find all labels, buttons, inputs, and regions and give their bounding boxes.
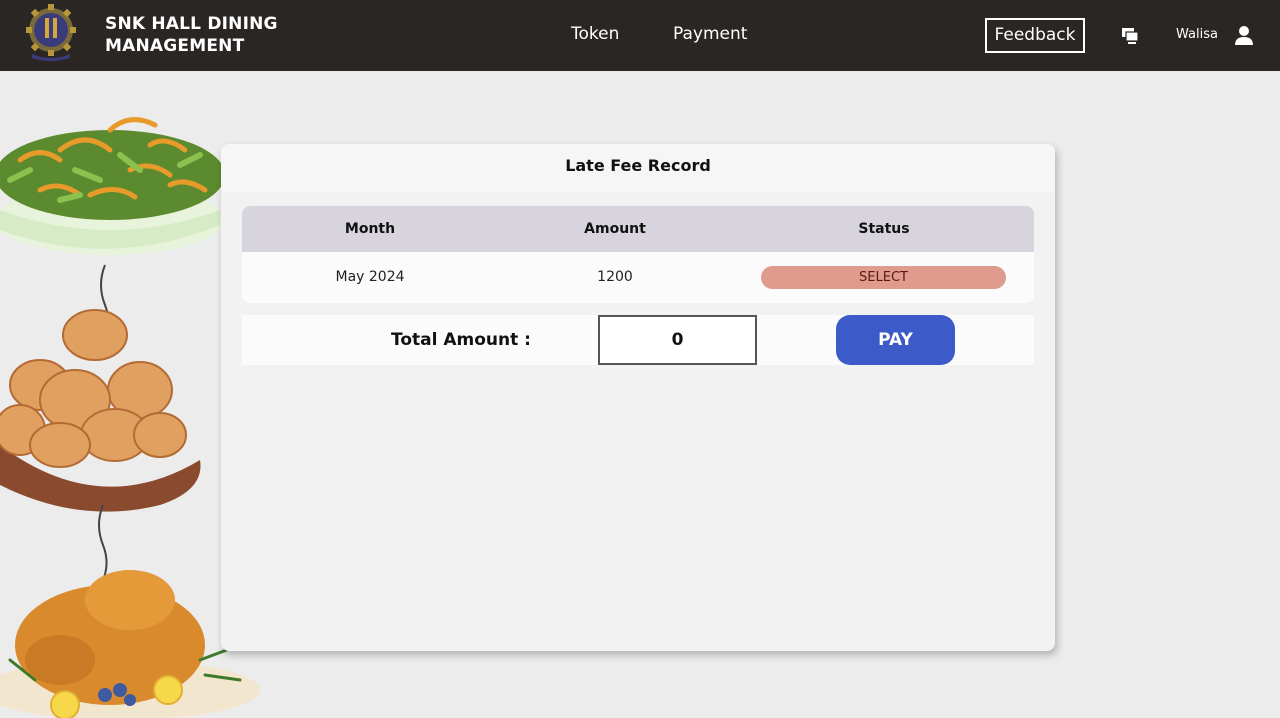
table-row: May 2024 1200 SELECT [242, 252, 1034, 303]
column-header-status: Status [858, 221, 910, 237]
monitor-icon[interactable] [1120, 26, 1140, 46]
nav-link-token[interactable]: Token [571, 24, 619, 44]
total-amount-bar: Total Amount : 0 PAY [242, 315, 1034, 365]
top-navbar: SNK HALL DINING MANAGEMENT Token Payment… [0, 0, 1280, 71]
select-button[interactable]: SELECT [761, 266, 1006, 289]
app-brand-title: SNK HALL DINING MANAGEMENT [105, 13, 278, 57]
user-icon[interactable] [1234, 25, 1254, 47]
late-fee-card: Late Fee Record Month Amount Status May … [221, 144, 1055, 651]
total-amount-value: 0 [598, 315, 757, 365]
card-header: Late Fee Record [221, 144, 1055, 192]
feedback-button[interactable]: Feedback [985, 18, 1085, 53]
salad-bowl-image [0, 117, 225, 255]
cell-month: May 2024 [335, 269, 405, 285]
nav-link-payment[interactable]: Payment [673, 24, 747, 44]
brand-line-2: MANAGEMENT [105, 36, 245, 56]
university-crest-logo[interactable] [26, 4, 76, 62]
column-header-month: Month [344, 221, 396, 237]
cell-amount: 1200 [597, 269, 633, 285]
card-title: Late Fee Record [565, 156, 711, 175]
table-header-row: Month Amount Status [242, 206, 1034, 252]
bread-basket-image [0, 309, 201, 512]
column-header-amount: Amount [584, 221, 646, 237]
brand-line-1: SNK HALL DINING [105, 14, 278, 34]
pay-button[interactable]: PAY [836, 315, 955, 365]
late-fee-table: Month Amount Status May 2024 1200 SELECT [242, 206, 1034, 303]
total-amount-label: Total Amount : [391, 330, 531, 350]
username-label[interactable]: Walisa [1176, 27, 1218, 42]
